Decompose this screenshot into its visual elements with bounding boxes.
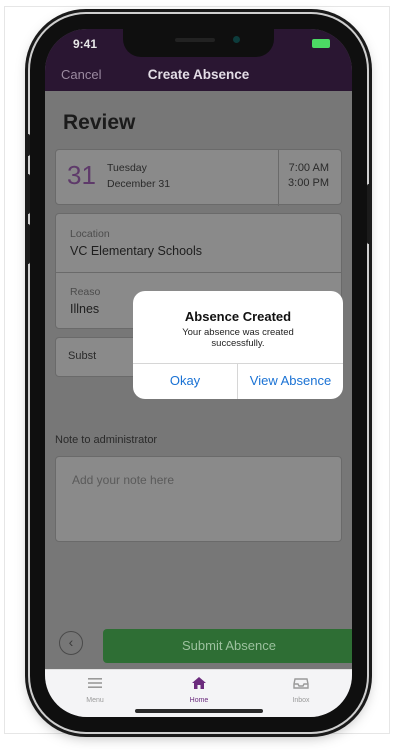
location-value: VC Elementary Schools [70, 244, 203, 258]
home-indicator [135, 709, 263, 713]
substitute-label: Subst [68, 350, 97, 362]
phone-notch [123, 29, 274, 57]
reason-value: Illnes [70, 302, 100, 316]
absence-created-dialog: Absence Created Your absence was created… [133, 291, 343, 399]
submit-absence-button[interactable]: Submit Absence [103, 629, 352, 663]
camera-dot [233, 36, 240, 43]
reason-label: Reaso [70, 286, 101, 298]
menu-icon [88, 678, 102, 688]
okay-button[interactable]: Okay [133, 363, 237, 399]
note-placeholder: Add your note here [72, 473, 175, 487]
inbox-icon [293, 678, 309, 689]
nav-bar: Cancel Create Absence [45, 59, 352, 91]
date-divider [278, 150, 279, 206]
view-absence-button[interactable]: View Absence [238, 363, 343, 399]
back-button[interactable]: ‹ [59, 631, 83, 655]
action-bar: ‹ Submit Absence [45, 621, 352, 669]
dialog-message: Your absence was created successfully. [182, 327, 294, 349]
phone-side-button [26, 174, 30, 214]
phone-screen: 9:41 Cancel Create Absence Review 31 Tue… [45, 29, 352, 717]
field-divider [56, 272, 341, 273]
start-time: 7:00 AM [288, 162, 329, 174]
phone-side-button [367, 184, 371, 244]
tab-home[interactable]: Home [159, 676, 239, 704]
page-title: Create Absence [147, 67, 250, 82]
review-heading: Review [63, 111, 136, 134]
date-month-day: December 31 [107, 178, 171, 190]
tab-menu[interactable]: Menu [55, 676, 135, 704]
status-time: 9:41 [73, 37, 98, 51]
date-day-number: 31 [67, 160, 96, 190]
speaker-grille [175, 38, 215, 42]
tab-home-label: Home [189, 697, 209, 704]
tab-inbox[interactable]: Inbox [261, 676, 341, 704]
date-weekday: Tuesday [107, 162, 147, 174]
date-time-card[interactable]: 31 Tuesday December 31 7:00 AM 3:00 PM [55, 149, 342, 206]
home-icon [192, 677, 206, 689]
phone-side-button [26, 134, 30, 156]
dialog-title: Absence Created [184, 309, 292, 324]
tab-inbox-label: Inbox [292, 697, 310, 704]
chevron-left-icon: ‹ [68, 634, 74, 650]
note-field[interactable]: Add your note here [55, 456, 342, 542]
battery-icon [312, 39, 330, 48]
end-time: 3:00 PM [288, 177, 329, 189]
tab-menu-label: Menu [86, 697, 104, 704]
location-label: Location [70, 228, 110, 240]
note-label: Note to administrator [55, 434, 158, 446]
phone-side-button [26, 224, 30, 264]
phone-device: 9:41 Cancel Create Absence Review 31 Tue… [26, 14, 371, 732]
